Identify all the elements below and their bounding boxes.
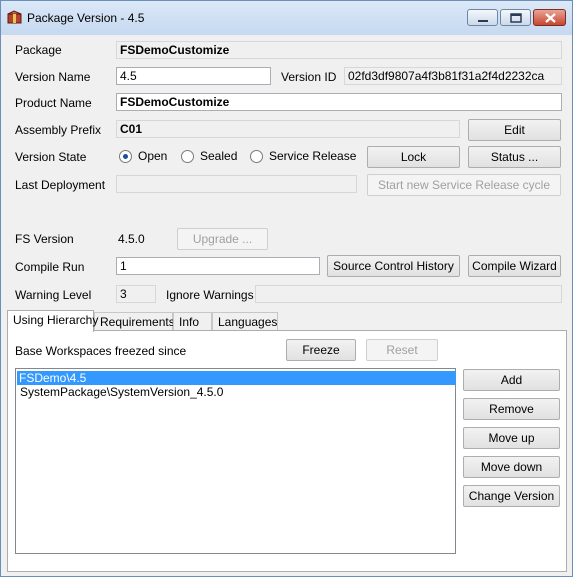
- radio-sealed-indicator: [181, 150, 194, 163]
- radio-service-release-label: Service Release: [269, 149, 357, 163]
- close-button[interactable]: [533, 9, 566, 26]
- title-bar[interactable]: Package Version - 4.5: [1, 1, 572, 35]
- last-deployment-label: Last Deployment: [15, 178, 106, 192]
- radio-open-label: Open: [138, 149, 168, 163]
- move-up-button[interactable]: Move up: [463, 427, 560, 449]
- list-item[interactable]: SystemPackage\SystemVersion_4.5.0: [18, 385, 225, 399]
- add-button[interactable]: Add: [463, 369, 560, 391]
- warning-level-field: 3: [116, 285, 156, 303]
- version-name-input[interactable]: 4.5: [116, 67, 271, 85]
- minimize-button[interactable]: [467, 9, 498, 26]
- radio-service-release-indicator: [250, 150, 263, 163]
- start-service-release-button[interactable]: Start new Service Release cycle: [367, 174, 561, 196]
- tab-strip: Using Hierarchy Requirements Info Langua…: [7, 310, 567, 332]
- window-title: Package Version - 4.5: [27, 11, 145, 25]
- version-name-label: Version Name: [15, 70, 91, 84]
- tab-requirements[interactable]: Requirements: [94, 312, 175, 331]
- change-version-button[interactable]: Change Version: [463, 485, 560, 507]
- version-state-label: Version State: [15, 150, 87, 164]
- fs-version-value: 4.5.0: [118, 232, 145, 246]
- lock-button[interactable]: Lock: [367, 146, 460, 168]
- package-field: FSDemoCustomize: [116, 41, 562, 59]
- minimize-icon: [478, 20, 488, 22]
- compile-run-label: Compile Run: [15, 260, 85, 274]
- tab-languages[interactable]: Languages: [212, 312, 278, 331]
- compile-run-input[interactable]: 1: [116, 257, 320, 275]
- maximize-button[interactable]: [500, 9, 531, 26]
- package-label: Package: [15, 43, 62, 57]
- ignore-warnings-label: Ignore Warnings: [166, 288, 254, 302]
- warning-level-label: Warning Level: [15, 288, 92, 302]
- tab-using-hierarchy[interactable]: Using Hierarchy: [7, 310, 98, 332]
- version-id-label: Version ID: [281, 70, 337, 84]
- freeze-label: Base Workspaces freezed since: [15, 344, 187, 358]
- fs-version-label: FS Version: [15, 232, 74, 246]
- freeze-button[interactable]: Freeze: [286, 339, 356, 361]
- radio-sealed-label: Sealed: [200, 149, 238, 163]
- last-deployment-field: [116, 175, 357, 193]
- package-version-window: Package Version - 4.5 Package FSDemoCust…: [0, 0, 573, 577]
- workspace-list[interactable]: FSDemo\4.5 SystemPackage\SystemVersion_4…: [15, 368, 456, 554]
- status-button[interactable]: Status ...: [468, 146, 561, 168]
- assembly-prefix-field: C01: [116, 120, 460, 138]
- version-id-field: 02fd3df9807a4f3b81f31a2f4d2232ca: [344, 67, 562, 85]
- ignore-warnings-field: [255, 285, 562, 303]
- reset-button[interactable]: Reset: [366, 339, 438, 361]
- assembly-prefix-label: Assembly Prefix: [15, 123, 102, 137]
- radio-open-indicator: [119, 150, 132, 163]
- source-control-history-button[interactable]: Source Control History: [327, 255, 460, 277]
- product-name-input[interactable]: FSDemoCustomize: [116, 93, 562, 111]
- edit-button[interactable]: Edit: [468, 119, 561, 141]
- package-icon: [7, 10, 22, 24]
- product-name-label: Product Name: [15, 96, 92, 110]
- remove-button[interactable]: Remove: [463, 398, 560, 420]
- close-icon: [545, 13, 556, 23]
- move-down-button[interactable]: Move down: [463, 456, 560, 478]
- list-item[interactable]: FSDemo\4.5: [17, 371, 456, 385]
- compile-wizard-button[interactable]: Compile Wizard: [468, 255, 561, 277]
- maximize-icon: [510, 13, 522, 23]
- tab-info[interactable]: Info: [173, 312, 212, 331]
- upgrade-button[interactable]: Upgrade ...: [177, 228, 268, 250]
